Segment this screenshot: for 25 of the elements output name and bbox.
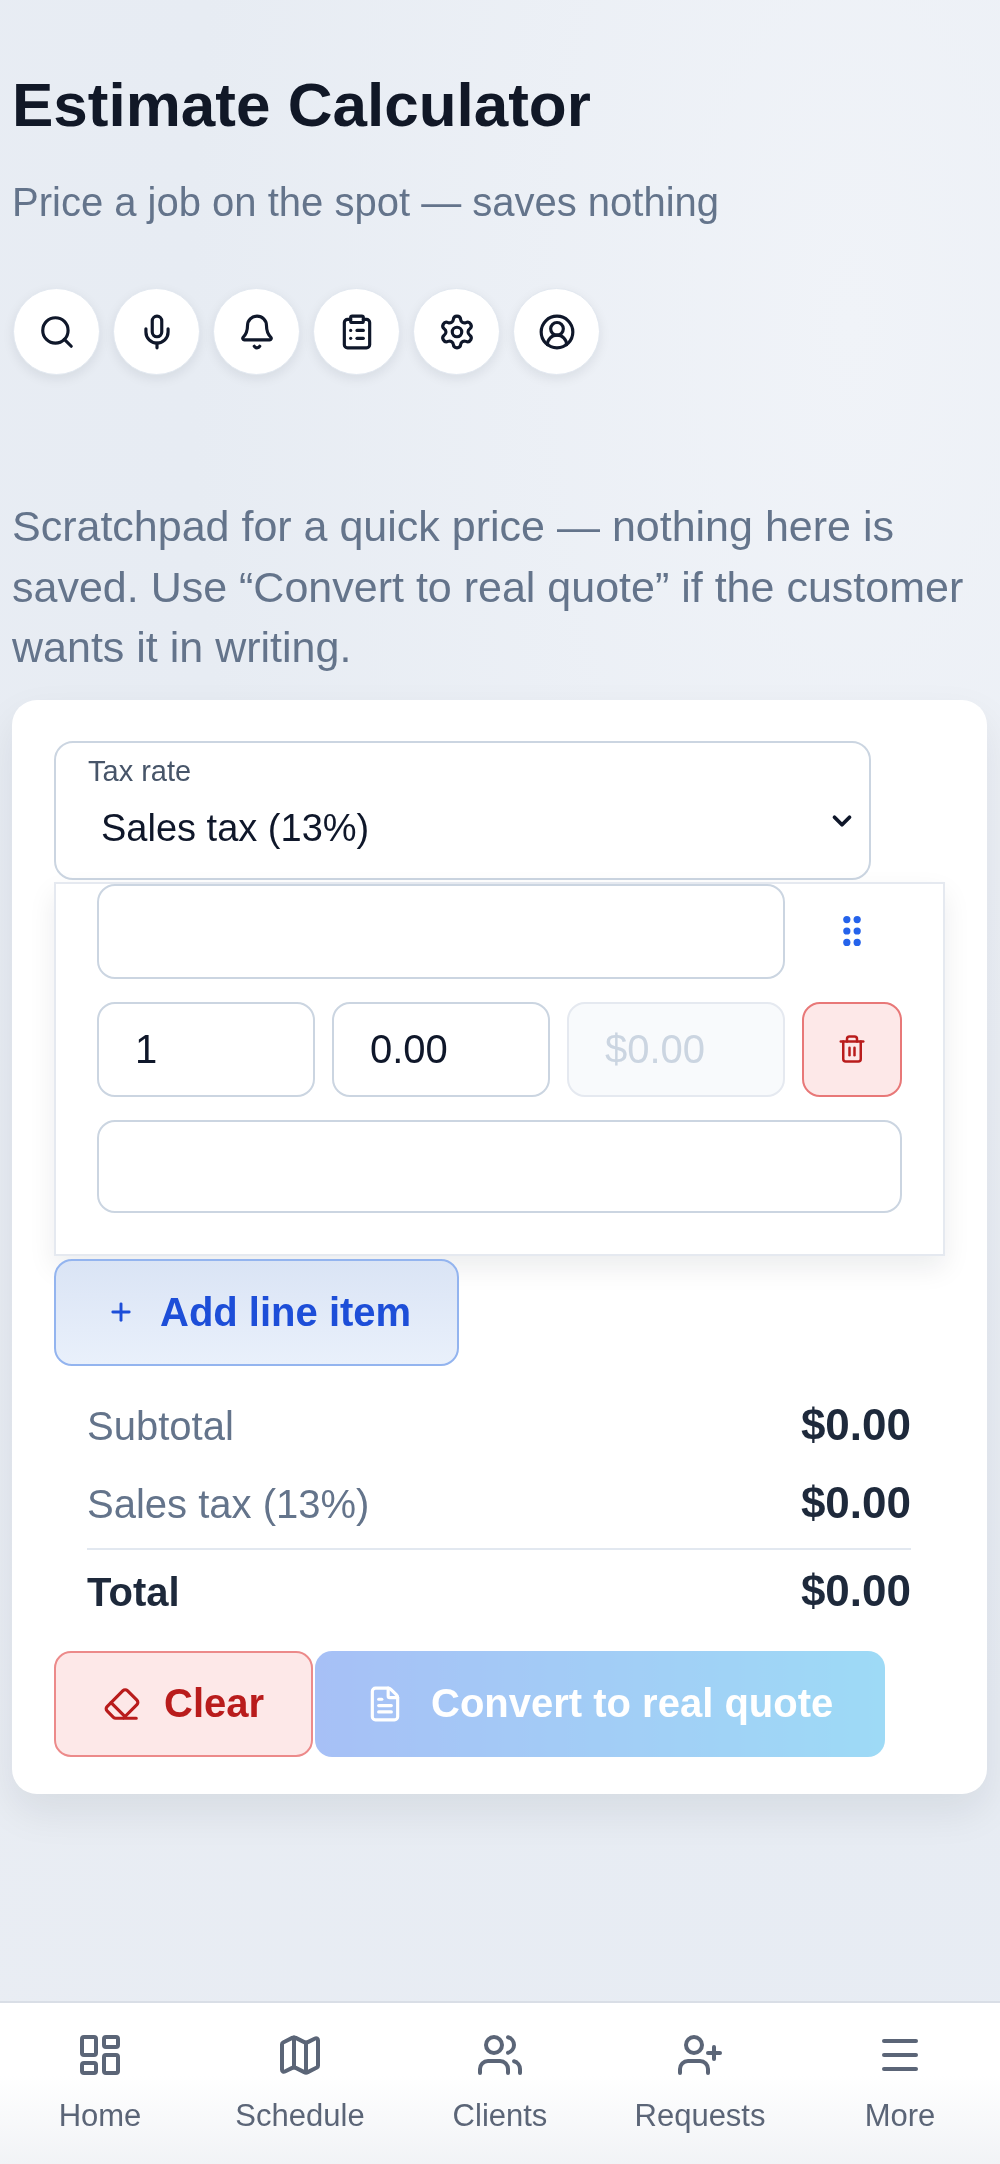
input-field[interactable]: [97, 883, 785, 979]
nav-item[interactable]: Home: [58, 2031, 142, 2134]
intro-text: Scratchpad for a quick price — nothing here is saved. Use “Convert to real quote” if the customer wants it in writing.: [12, 501, 965, 674]
nav-item[interactable]: Clients: [452, 2031, 548, 2134]
quantity-field[interactable]: 1: [97, 1001, 315, 1097]
grip-icon[interactable]: [843, 916, 861, 947]
summary-label: Subtotal: [87, 1402, 234, 1450]
delete-button[interactable]: [802, 1001, 902, 1097]
summary-value: $0.00: [800, 1476, 911, 1529]
price-field[interactable]: 0.00: [332, 1001, 550, 1097]
trash-icon: [837, 1034, 867, 1065]
nav-item[interactable]: More: [864, 2031, 936, 2134]
total-value: $0.00: [800, 1564, 911, 1617]
summary-label: Sales tax (13%): [87, 1480, 370, 1528]
nav-item[interactable]: Schedule: [235, 2031, 365, 2134]
nav-item[interactable]: Requests: [634, 2031, 766, 2134]
summary-value: $0.00: [800, 1398, 911, 1451]
page-title: Estimate Calculator: [12, 69, 591, 140]
tax-rate-select[interactable]: Tax rate Sales tax (13%): [54, 740, 871, 880]
page-subtitle: Price a job on the spot — saves nothing: [12, 179, 720, 226]
add-line-item-button[interactable]: Add line item: [54, 1258, 459, 1366]
total-label: Total: [87, 1568, 180, 1616]
clear-button[interactable]: Clear: [54, 1650, 313, 1757]
user-circle-icon: [537, 312, 576, 351]
input-field[interactable]: [97, 1119, 902, 1213]
